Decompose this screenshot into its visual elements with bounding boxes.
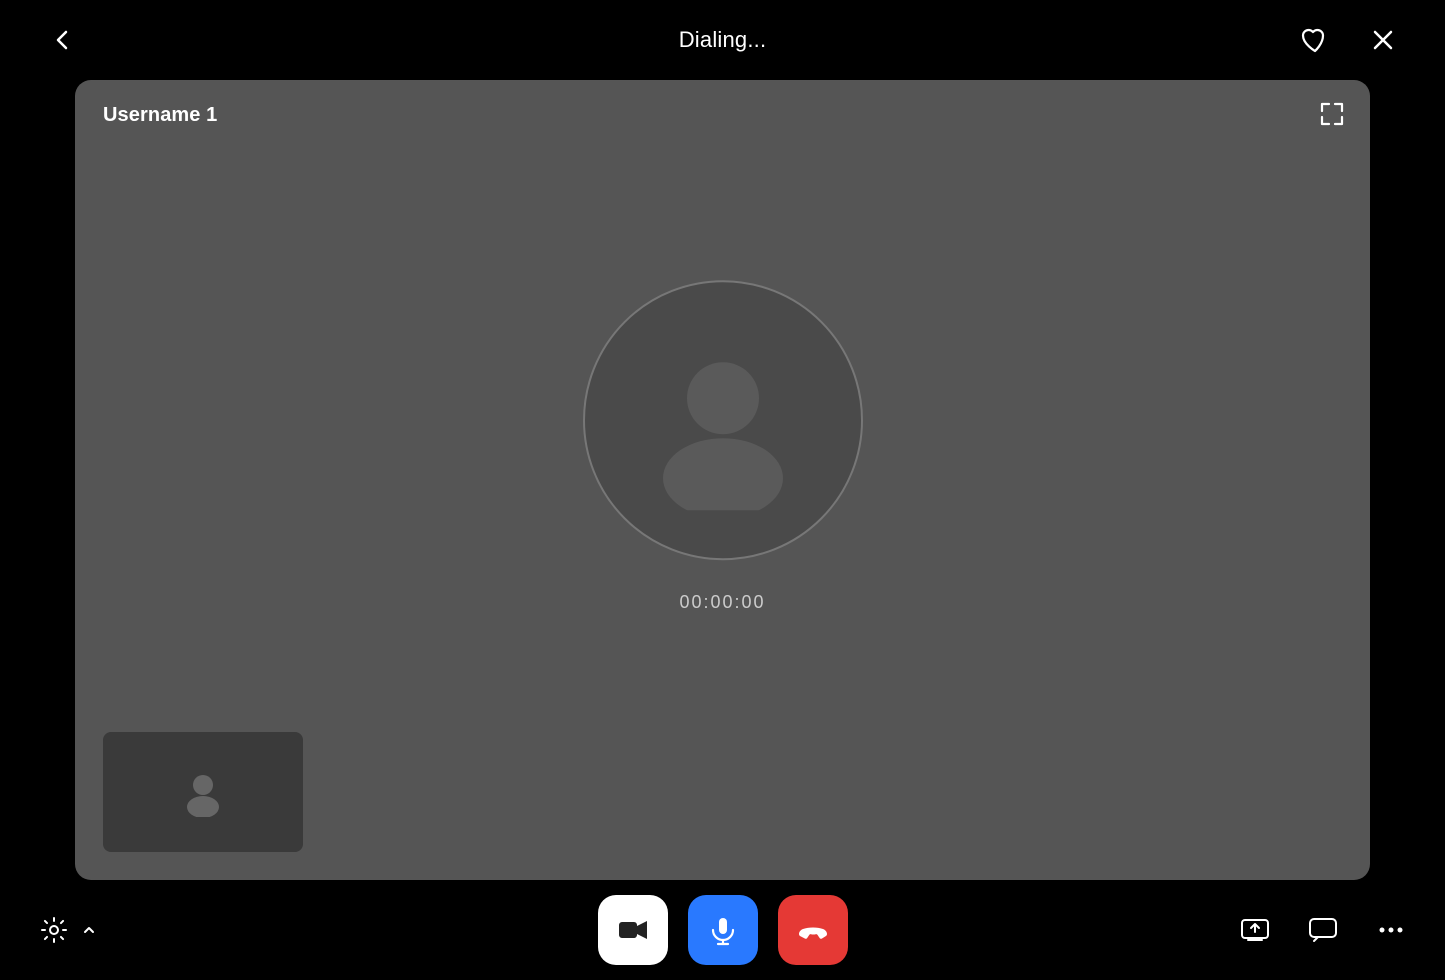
more-options-button[interactable] [1369,908,1413,952]
close-icon [1369,26,1397,54]
bottom-bar [0,880,1445,980]
call-timer: 00:00:00 [679,592,765,613]
end-call-icon [795,912,831,948]
fullscreen-icon [1318,100,1346,128]
self-view [103,732,303,852]
remote-avatar-circle [583,280,863,560]
microphone-icon [707,914,739,946]
top-bar-right [1293,18,1405,62]
top-bar: Dialing... [0,0,1445,80]
video-area: Username 1 00:00:00 [75,80,1370,880]
back-icon [48,26,76,54]
heart-icon [1300,25,1330,55]
chevron-up-icon [82,923,96,937]
call-controls [598,895,848,965]
share-screen-icon [1240,915,1270,945]
bottom-right-controls [1233,908,1413,952]
fullscreen-button[interactable] [1318,100,1346,128]
back-button[interactable] [40,18,84,62]
bottom-left-controls [32,908,96,952]
settings-group [32,908,96,952]
video-username: Username 1 [103,104,217,127]
gear-icon [40,916,68,944]
share-screen-button[interactable] [1233,908,1277,952]
video-icon [617,914,649,946]
self-avatar-silhouette [178,767,228,817]
call-status: Dialing... [679,27,767,53]
more-icon [1376,915,1406,945]
remote-avatar-container: 00:00:00 [583,280,863,613]
mic-toggle-button[interactable] [688,895,758,965]
top-bar-left [40,18,84,62]
favorite-button[interactable] [1293,18,1337,62]
end-call-button[interactable] [778,895,848,965]
remote-avatar-silhouette [633,330,813,510]
video-toggle-button[interactable] [598,895,668,965]
settings-button[interactable] [32,908,76,952]
chat-button[interactable] [1301,908,1345,952]
chat-icon [1308,915,1338,945]
close-button[interactable] [1361,18,1405,62]
